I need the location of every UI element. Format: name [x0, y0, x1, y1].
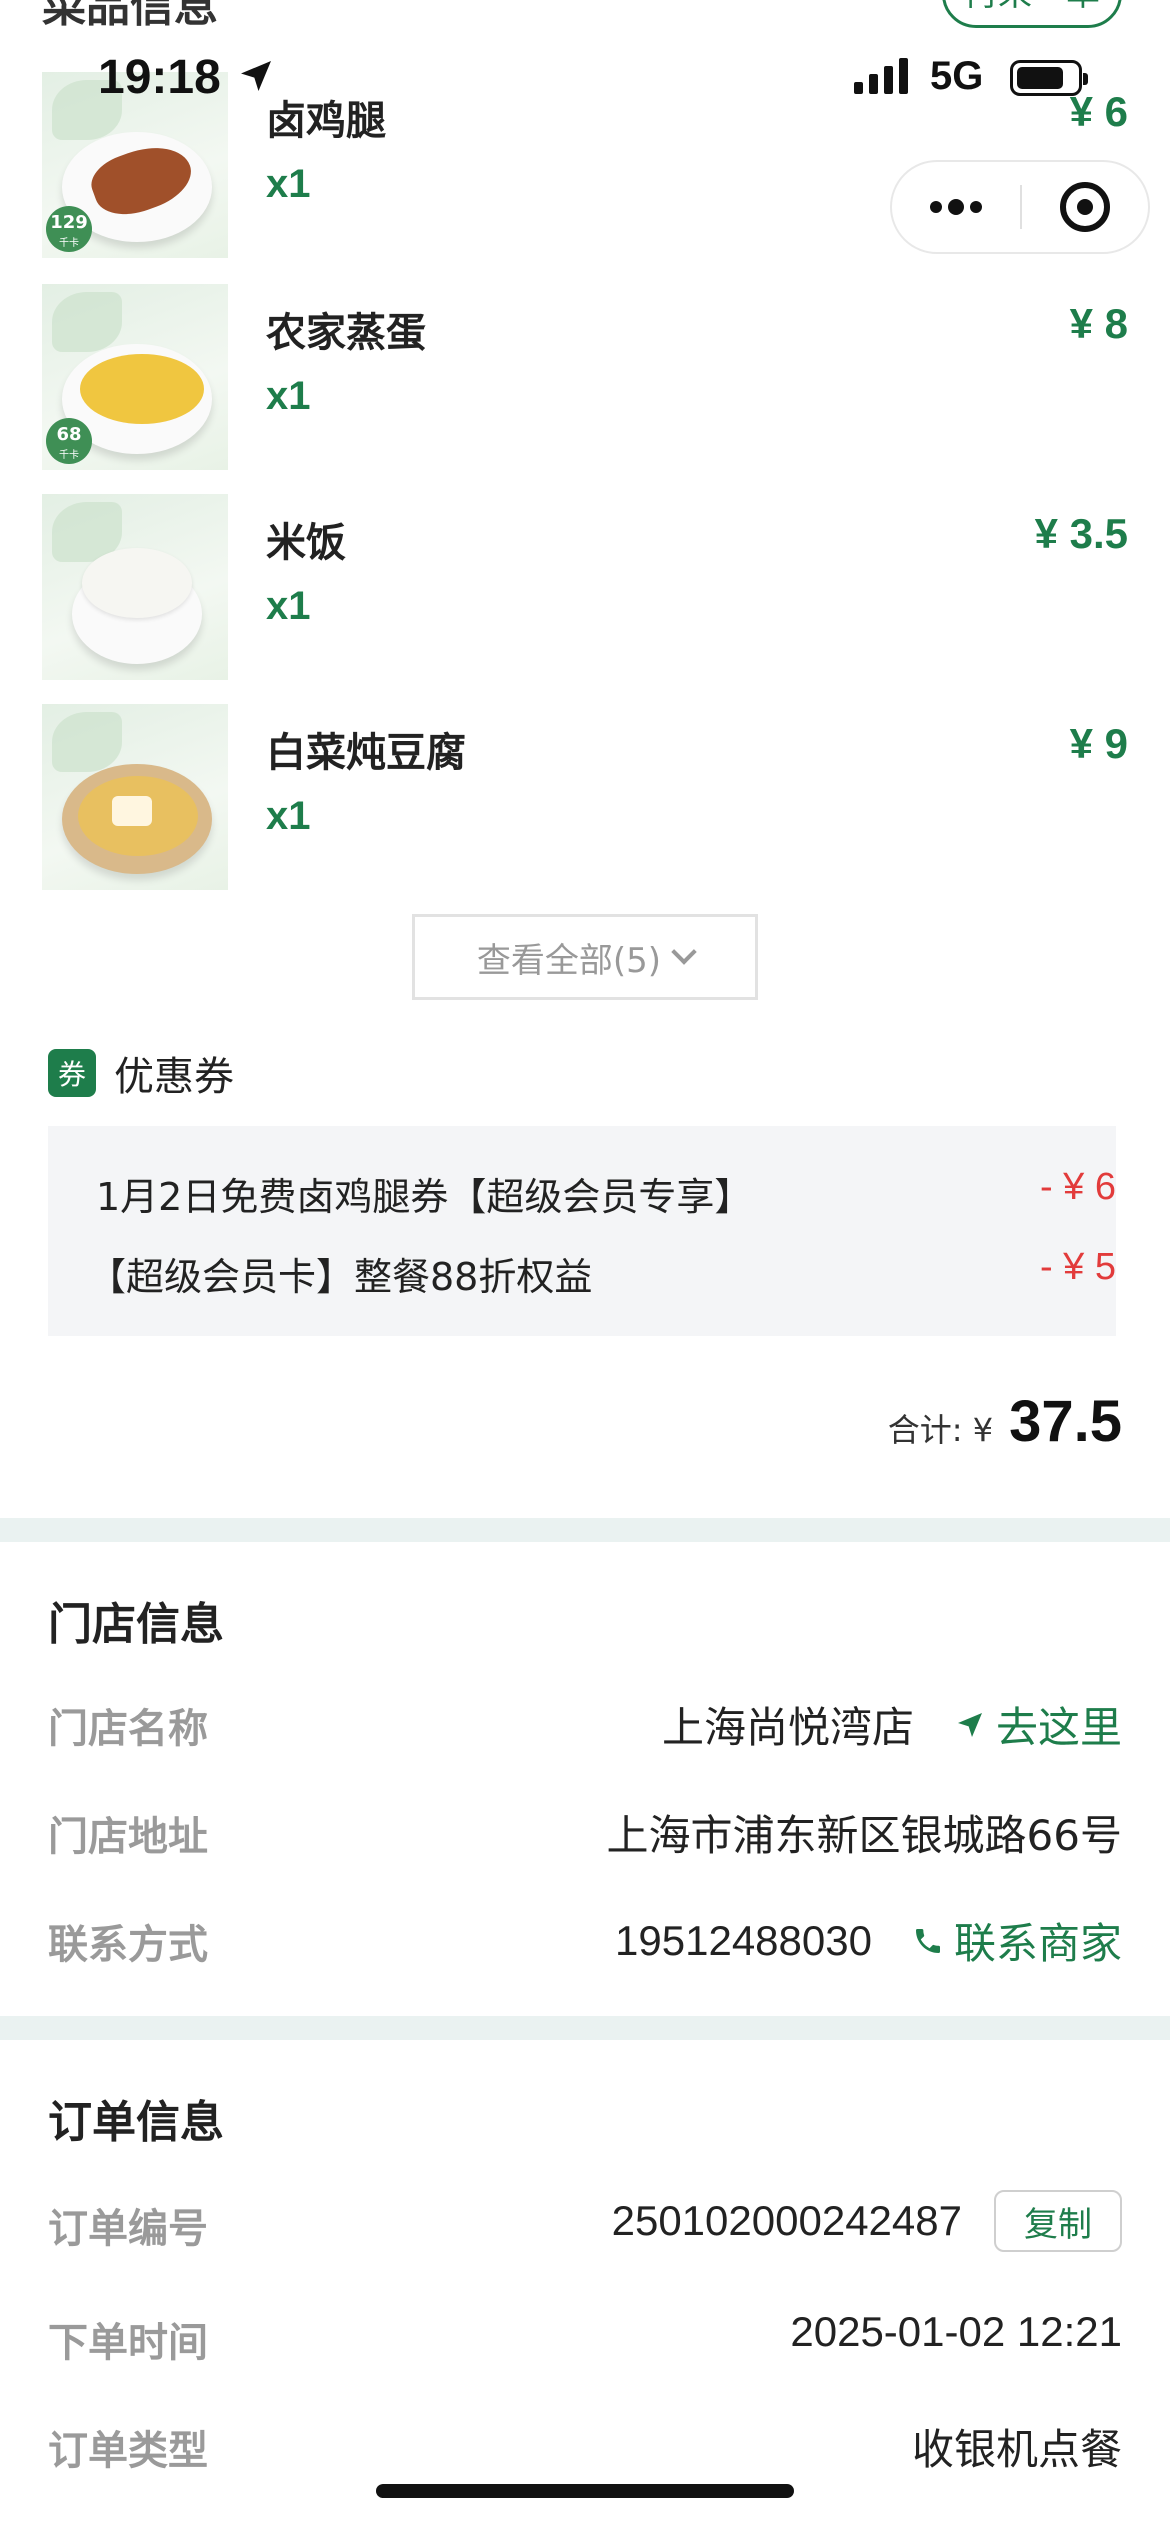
order-type: 收银机点餐	[911, 2425, 1122, 2474]
navigation-arrow-icon	[957, 1712, 982, 1737]
dish-name: 米饭	[266, 520, 346, 566]
order-time-row: 2025-01-02 12:21	[790, 2308, 1122, 2356]
store-address: 上海市浦东新区银城路66号	[607, 1802, 1122, 1863]
dish-image	[42, 704, 228, 890]
dish-qty: x1	[266, 162, 311, 206]
phone-icon	[915, 1928, 940, 1953]
signal-icon	[854, 58, 908, 94]
dish-price: ¥ 8	[1069, 300, 1128, 347]
total-label: 合计: ¥	[887, 1411, 994, 1449]
coupon-row: 1月2日免费卤鸡腿券【超级会员专享】 - ¥ 6	[96, 1166, 1116, 1221]
battery-icon	[1010, 60, 1088, 96]
dish-qty: x1	[266, 374, 311, 418]
calorie-badge: 68 千卡	[46, 418, 92, 464]
copy-button[interactable]: 复制	[994, 2190, 1122, 2252]
contact-row: 19512488030 联系商家	[615, 1910, 1122, 1971]
order-type-row: 收银机点餐	[912, 2416, 1122, 2477]
total-value: 37.5	[1009, 1389, 1122, 1454]
dish-image: 68 千卡	[42, 284, 228, 470]
section-divider	[0, 2016, 1170, 2040]
dish-item: 白菜炖豆腐 x1 ¥ 9	[42, 704, 1128, 890]
coupon-amount: - ¥ 6	[1039, 1166, 1116, 1208]
home-indicator[interactable]	[376, 2484, 794, 2498]
order-section-title: 订单信息	[48, 2097, 224, 2148]
close-miniprogram-icon[interactable]	[1022, 162, 1148, 252]
dish-item: 68 千卡 农家蒸蛋 x1 ¥ 8	[42, 284, 1128, 470]
go-there-link[interactable]: 去这里	[954, 1694, 1122, 1755]
order-time: 2025-01-02 12:21	[790, 2308, 1122, 2355]
dish-name: 白菜炖豆腐	[266, 730, 466, 776]
coupon-name: 【超级会员卡】整餐88折权益	[88, 1255, 593, 1299]
miniprogram-capsule	[890, 160, 1150, 254]
order-time-label: 下单时间	[48, 2320, 208, 2366]
order-number-label: 订单编号	[48, 2206, 208, 2252]
coupon-header: 券 优惠券	[48, 1044, 234, 1102]
store-address-value: 上海市浦东新区银城路66号	[606, 1811, 1122, 1860]
location-arrow-icon	[241, 61, 271, 91]
dish-price: ¥ 3.5	[1034, 510, 1128, 557]
go-there-label: 去这里	[995, 1703, 1122, 1752]
section-divider	[0, 1518, 1170, 1542]
status-bar: 19:18 5G	[0, 0, 1170, 150]
coupon-list: 1月2日免费卤鸡腿券【超级会员专享】 - ¥ 6 【超级会员卡】整餐88折权益 …	[48, 1126, 1116, 1336]
coupon-icon: 券	[48, 1049, 96, 1097]
contact-merchant-label: 联系商家	[953, 1919, 1122, 1968]
dish-qty: x1	[266, 584, 311, 628]
dish-price: ¥ 9	[1069, 720, 1128, 767]
clock: 19:18	[98, 51, 221, 104]
order-number: 250102000242487	[611, 2197, 962, 2244]
order-type-label: 订单类型	[48, 2428, 208, 2474]
store-section-title: 门店信息	[48, 1599, 224, 1650]
contact-merchant-link[interactable]: 联系商家	[912, 1910, 1122, 1971]
coupon-name: 1月2日免费卤鸡腿券【超级会员专享】	[96, 1175, 753, 1219]
calorie-badge: 129 千卡	[46, 206, 92, 252]
store-name: 上海尚悦湾店	[661, 1703, 914, 1752]
dish-image	[42, 494, 228, 680]
order-total: 合计: ¥ 37.5	[888, 1388, 1122, 1455]
store-phone: 19512488030	[615, 1916, 872, 1964]
coupon-amount: - ¥ 5	[1039, 1246, 1116, 1288]
order-number-row: 250102000242487 复制	[612, 2190, 1122, 2252]
dish-name: 农家蒸蛋	[266, 310, 426, 356]
store-address-label: 门店地址	[48, 1814, 208, 1860]
view-all-label: 查看全部(5)	[476, 940, 662, 981]
contact-label: 联系方式	[48, 1922, 208, 1968]
coupon-title: 优惠券	[114, 1054, 234, 1100]
more-options-icon[interactable]	[892, 162, 1020, 252]
view-all-button[interactable]: 查看全部(5)	[412, 914, 758, 1000]
network-type: 5G	[930, 54, 984, 98]
store-name-row: 上海尚悦湾店 去这里	[662, 1694, 1122, 1755]
dish-qty: x1	[266, 794, 311, 838]
coupon-row: 【超级会员卡】整餐88折权益 - ¥ 5	[88, 1246, 1116, 1301]
store-name-label: 门店名称	[48, 1706, 208, 1752]
dish-item: 米饭 x1 ¥ 3.5	[42, 494, 1128, 680]
chevron-down-icon	[671, 939, 697, 965]
